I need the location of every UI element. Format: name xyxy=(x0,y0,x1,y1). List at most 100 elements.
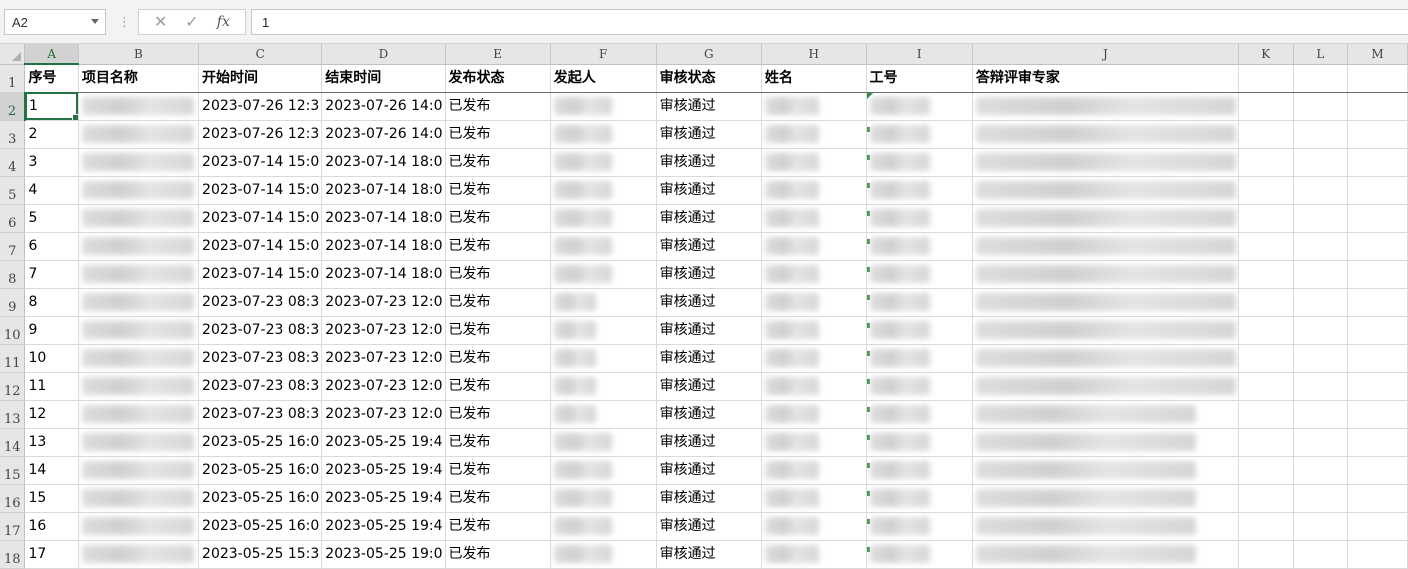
cell-g[interactable]: 审核通过 xyxy=(656,456,762,485)
cell-i-redacted[interactable] xyxy=(866,288,973,317)
cell-c[interactable]: 2023-05-25 15:3 xyxy=(198,540,323,569)
cell-b-redacted[interactable] xyxy=(78,176,200,205)
cell-h-redacted[interactable] xyxy=(761,176,867,205)
cell-e[interactable]: 已发布 xyxy=(445,400,551,429)
cell-c[interactable]: 2023-07-23 08:3 xyxy=(198,344,323,373)
cell-i-redacted[interactable] xyxy=(866,176,973,205)
cell-d[interactable]: 2023-05-25 19:4 xyxy=(321,428,446,457)
column-header-g[interactable]: G xyxy=(656,44,762,65)
cell-f-redacted[interactable] xyxy=(550,484,657,513)
cell-h-redacted[interactable] xyxy=(761,372,867,401)
cell-d[interactable]: 2023-07-23 12:0 xyxy=(321,288,446,317)
row-header[interactable]: 18 xyxy=(0,540,26,569)
row-header[interactable]: 4 xyxy=(0,148,26,177)
cell-i-redacted[interactable] xyxy=(866,316,973,345)
cell-b-redacted[interactable] xyxy=(78,120,200,149)
cell-k[interactable] xyxy=(1238,260,1294,289)
cell-d[interactable]: 2023-07-23 12:0 xyxy=(321,400,446,429)
cell-k[interactable] xyxy=(1238,316,1294,345)
cell-c[interactable]: 2023-05-25 16:0 xyxy=(198,484,323,513)
cell-c[interactable]: 2023-05-25 16:0 xyxy=(198,428,323,457)
column-header-f[interactable]: F xyxy=(550,44,657,65)
cell-a[interactable]: 8 xyxy=(24,288,79,317)
cell-f-redacted[interactable] xyxy=(550,512,657,541)
cell-j-redacted[interactable] xyxy=(972,148,1239,177)
select-all-corner[interactable] xyxy=(0,44,26,65)
cell-j-redacted[interactable] xyxy=(972,344,1239,373)
cell-i-redacted[interactable] xyxy=(866,400,973,429)
row-header[interactable]: 2 xyxy=(0,92,26,121)
cell-g[interactable]: 审核通过 xyxy=(656,372,762,401)
cell-d[interactable]: 2023-07-23 12:0 xyxy=(321,372,446,401)
cell-g[interactable]: 审核通过 xyxy=(656,344,762,373)
cell-c[interactable]: 2023-07-23 08:3 xyxy=(198,400,323,429)
header-cell-m[interactable] xyxy=(1347,64,1408,93)
cell-l[interactable] xyxy=(1293,260,1349,289)
row-header[interactable]: 1 xyxy=(0,64,26,93)
row-header[interactable]: 7 xyxy=(0,232,26,261)
cell-b-redacted[interactable] xyxy=(78,232,200,261)
cell-m[interactable] xyxy=(1347,344,1408,373)
cell-a[interactable]: 5 xyxy=(24,204,79,233)
cell-m[interactable] xyxy=(1347,456,1408,485)
cell-m[interactable] xyxy=(1347,400,1408,429)
cell-k[interactable] xyxy=(1238,372,1294,401)
cell-l[interactable] xyxy=(1293,400,1349,429)
cell-h-redacted[interactable] xyxy=(761,456,867,485)
cancel-icon[interactable]: ✕ xyxy=(149,12,173,32)
column-header-j[interactable]: J xyxy=(972,44,1239,65)
cell-e[interactable]: 已发布 xyxy=(445,204,551,233)
cell-c[interactable]: 2023-07-23 08:3 xyxy=(198,288,323,317)
cell-h-redacted[interactable] xyxy=(761,120,867,149)
cell-f-redacted[interactable] xyxy=(550,232,657,261)
cell-e[interactable]: 已发布 xyxy=(445,260,551,289)
cell-g[interactable]: 审核通过 xyxy=(656,204,762,233)
cell-h-redacted[interactable] xyxy=(761,428,867,457)
cell-l[interactable] xyxy=(1293,428,1349,457)
cell-a[interactable]: 10 xyxy=(24,344,79,373)
cell-h-redacted[interactable] xyxy=(761,400,867,429)
chevron-down-icon[interactable] xyxy=(91,19,99,24)
cell-f-redacted[interactable] xyxy=(550,428,657,457)
cell-h-redacted[interactable] xyxy=(761,288,867,317)
column-header-d[interactable]: D xyxy=(321,44,446,65)
cell-l[interactable] xyxy=(1293,148,1349,177)
cell-e[interactable]: 已发布 xyxy=(445,372,551,401)
cell-f-redacted[interactable] xyxy=(550,148,657,177)
header-cell-j[interactable]: 答辩评审专家 xyxy=(972,64,1239,93)
cell-g[interactable]: 审核通过 xyxy=(656,428,762,457)
header-cell-f[interactable]: 发起人 xyxy=(550,64,657,93)
cell-d[interactable]: 2023-05-25 19:4 xyxy=(321,484,446,513)
cell-h-redacted[interactable] xyxy=(761,344,867,373)
cell-f-redacted[interactable] xyxy=(550,372,657,401)
cell-f-redacted[interactable] xyxy=(550,288,657,317)
cell-a[interactable]: 2 xyxy=(24,120,79,149)
cell-m[interactable] xyxy=(1347,372,1408,401)
cell-b-redacted[interactable] xyxy=(78,484,200,513)
cell-m[interactable] xyxy=(1347,120,1408,149)
cell-d[interactable]: 2023-07-14 18:0 xyxy=(321,204,446,233)
cell-f-redacted[interactable] xyxy=(550,540,657,569)
column-header-i[interactable]: I xyxy=(866,44,973,65)
column-header-m[interactable]: M xyxy=(1347,44,1408,65)
cell-c[interactable]: 2023-07-14 15:0 xyxy=(198,204,323,233)
cell-e[interactable]: 已发布 xyxy=(445,288,551,317)
header-cell-b[interactable]: 项目名称 xyxy=(78,64,200,93)
cell-e[interactable]: 已发布 xyxy=(445,512,551,541)
header-cell-g[interactable]: 审核状态 xyxy=(656,64,762,93)
cell-c[interactable]: 2023-05-25 16:0 xyxy=(198,456,323,485)
cell-g[interactable]: 审核通过 xyxy=(656,316,762,345)
header-cell-d[interactable]: 结束时间 xyxy=(321,64,446,93)
cell-b-redacted[interactable] xyxy=(78,316,200,345)
cell-l[interactable] xyxy=(1293,456,1349,485)
cell-b-redacted[interactable] xyxy=(78,540,200,569)
cell-a[interactable]: 12 xyxy=(24,400,79,429)
cell-b-redacted[interactable] xyxy=(78,372,200,401)
row-header[interactable]: 5 xyxy=(0,176,26,205)
cell-f-redacted[interactable] xyxy=(550,260,657,289)
cell-f-redacted[interactable] xyxy=(550,120,657,149)
cell-i-redacted[interactable] xyxy=(866,512,973,541)
cell-k[interactable] xyxy=(1238,120,1294,149)
cell-j-redacted[interactable] xyxy=(972,176,1239,205)
cell-e[interactable]: 已发布 xyxy=(445,456,551,485)
